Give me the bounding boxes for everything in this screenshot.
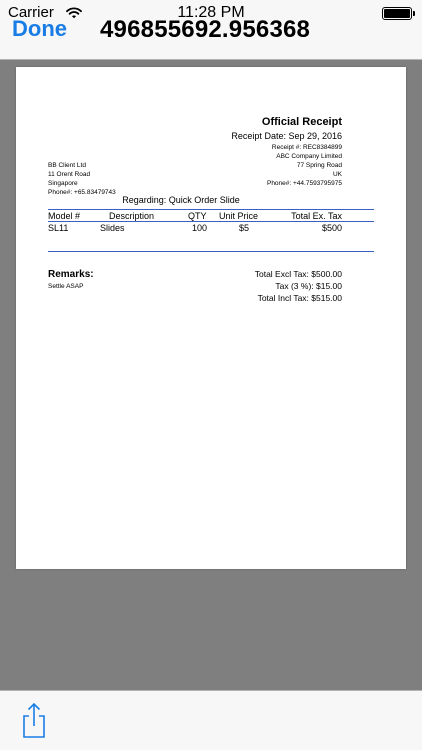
done-button[interactable]: Done xyxy=(12,16,67,42)
row-qty: 100 xyxy=(192,223,208,233)
row-model: SL11 xyxy=(48,223,69,233)
column-header-model: Model # xyxy=(48,211,81,221)
nav-title: 496855692.956368 xyxy=(100,16,311,43)
column-header-qty: QTY xyxy=(188,211,207,221)
receipt-number: Receipt #: REC8384899 xyxy=(271,144,342,151)
column-header-total-ex-tax: Total Ex. Tax xyxy=(291,211,342,221)
receipt-date: Receipt Date: Sep 29, 2016 xyxy=(231,131,342,141)
tax-amount: Tax (3 %): $15.00 xyxy=(275,281,342,291)
client-address: BB Client Ltd 11 Orent Road Singapore Ph… xyxy=(48,161,116,197)
battery-icon xyxy=(382,7,415,20)
total-excl-tax: Total Excl Tax: $500.00 xyxy=(254,269,342,279)
column-header-unit-price: Unit Price xyxy=(219,211,259,221)
client-city: Singapore xyxy=(48,180,78,187)
row-total-ex-tax: $500 xyxy=(321,223,342,233)
client-street: 11 Orent Road xyxy=(48,171,91,178)
row-unit-price: $5 xyxy=(239,223,250,233)
regarding-line: Regarding: Quick Order Slide xyxy=(122,195,240,205)
total-incl-tax: Total Incl Tax: $515.00 xyxy=(257,293,342,303)
company-street: 77 Spring Road xyxy=(296,162,342,169)
bottom-toolbar xyxy=(0,690,422,750)
table-top-rule xyxy=(48,209,374,210)
share-icon[interactable] xyxy=(20,701,48,739)
company-phone: Phone#: +44.7593795975 xyxy=(266,180,342,187)
company-country: UK xyxy=(332,171,342,178)
receipt-document: Official Receipt Receipt Date: Sep 29, 2… xyxy=(16,67,406,569)
column-header-description: Description xyxy=(109,211,155,221)
receipt-heading: Official Receipt xyxy=(261,116,342,128)
client-name: BB Client Ltd xyxy=(48,162,86,169)
row-description: Slides xyxy=(100,223,125,233)
table-bottom-rule xyxy=(48,251,374,252)
remarks-label: Remarks: xyxy=(48,269,94,280)
company-name: ABC Company Limited xyxy=(276,153,342,160)
table-header-rule xyxy=(48,221,374,222)
navigation-bar: Carrier 11:28 PM Done 496855692.956368 xyxy=(0,0,422,60)
remarks-text: Settle ASAP xyxy=(48,283,84,290)
